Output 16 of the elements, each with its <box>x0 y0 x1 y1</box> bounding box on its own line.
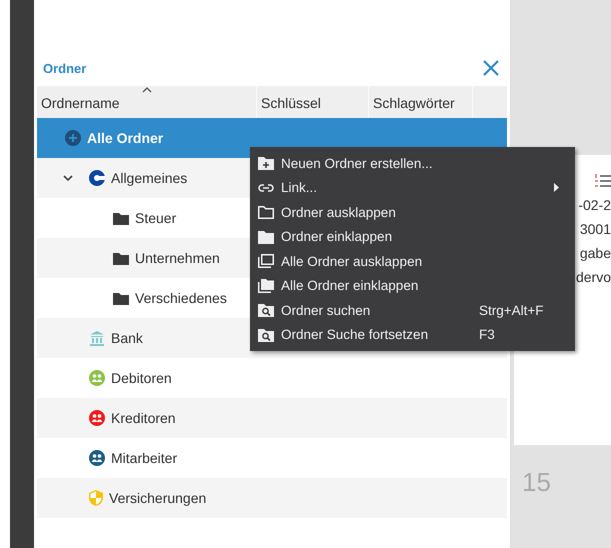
day-number: 15 <box>522 467 552 498</box>
card-text: gabe <box>580 244 611 263</box>
tree-label: Verschiedenes <box>135 290 227 306</box>
tree-label: Debitoren <box>111 370 172 386</box>
tree-label: Unternehmen <box>135 250 220 266</box>
tree-label: Kreditoren <box>111 410 176 426</box>
card-text: dervo <box>576 268 611 287</box>
tree-label: Versicherungen <box>109 490 206 506</box>
tree-label: Alle Ordner <box>87 130 164 146</box>
tree-label: Bank <box>111 330 143 346</box>
card-text: -02-2 <box>578 196 611 215</box>
tree-label: Mitarbeiter <box>111 450 178 466</box>
card-text: 3001 <box>580 220 611 239</box>
tree-label: Steuer <box>135 210 176 226</box>
dialog-title: Ordner <box>43 60 86 76</box>
tree-label: Allgemeines <box>111 170 188 186</box>
